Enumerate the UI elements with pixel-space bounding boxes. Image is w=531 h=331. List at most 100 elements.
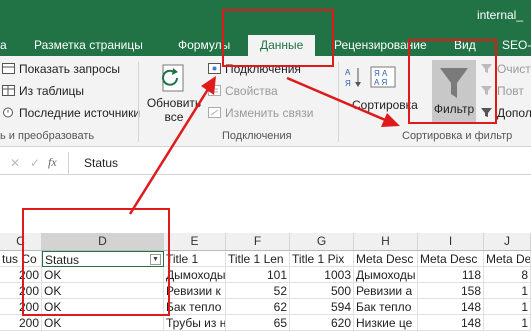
table-cell[interactable]: OK [42,299,164,315]
connections-button[interactable]: Подключения [208,62,301,76]
column-header-j[interactable]: J [484,233,531,250]
table-cell[interactable]: 620 [290,315,354,331]
table-cell[interactable]: Meta Desc [418,251,484,267]
advanced-filter-button[interactable]: Допол [480,106,531,120]
table-cell[interactable]: Дымоходы [164,267,226,283]
refresh-all-button[interactable]: Обновить все [146,96,202,124]
tab-home-partial[interactable]: а [0,35,7,56]
filter-button[interactable]: Фильтр [432,60,476,124]
table-cell[interactable]: Бак тепло [354,299,418,315]
show-queries-button[interactable]: Показать запросы [2,62,120,76]
table-cell[interactable]: 1 [484,283,531,299]
table-cell[interactable]: 1003 [290,267,354,283]
edit-links-button[interactable]: Изменить связи [208,106,313,120]
advanced-filter-icon [480,107,493,118]
table-cell[interactable]: Title 1 Pix [290,251,354,267]
table-cell[interactable]: 148 [418,299,484,315]
column-header-e[interactable]: E [164,233,226,250]
column-header-h[interactable]: H [354,233,418,250]
table-cell[interactable]: 118 [418,267,484,283]
tab-seo[interactable]: SEO-Б [502,35,531,56]
connections-group-label: Подключения [222,130,292,142]
table-cell[interactable]: 148 [418,315,484,331]
column-header-i[interactable]: I [418,233,484,250]
clear-filter-button[interactable]: Очист [480,62,531,76]
tab-data[interactable]: Данные [248,35,316,56]
table-cell[interactable]: OK [42,315,164,331]
enter-icon[interactable]: ✓ [30,156,40,170]
reapply-icon [480,85,493,96]
refresh-all-label-line2: все [164,110,184,124]
table-cell[interactable]: 8 [484,267,531,283]
table-cell[interactable]: tus Co [0,251,42,267]
clock-icon [2,107,15,118]
table-cell[interactable]: OK [42,267,164,283]
sort-az-icon: A Я [344,66,364,91]
link-icon [208,107,221,118]
column-header-d[interactable]: D [42,233,164,250]
title-bar: internal_ [0,0,531,32]
from-table-button[interactable]: Из таблицы [2,84,84,98]
window-title: internal_ [476,8,523,22]
table-cell[interactable]: 200 [0,315,42,331]
table-cell[interactable]: Title 1 [164,251,226,267]
table-cell[interactable]: Бак тепло [164,299,226,315]
recent-sources-label: Последние источники [19,106,141,120]
table-cell[interactable]: 101 [226,267,290,283]
status-header-label: Status [45,253,80,267]
recent-sources-button[interactable]: Последние источники [2,106,140,120]
insert-function-button[interactable]: fx [48,155,57,170]
tab-review[interactable]: Рецензирование [334,35,427,56]
table-cell[interactable]: Meta Desc [484,251,531,267]
table-cell[interactable]: 1 [484,299,531,315]
formula-bar-expanded-area[interactable] [69,175,531,233]
properties-button[interactable]: Свойства [208,84,278,98]
table-cell[interactable]: Трубы из н [164,315,226,331]
table-cell[interactable]: 52 [226,283,290,299]
table-cell[interactable]: 200 [0,267,42,283]
table-cell[interactable]: 1 [484,315,531,331]
ribbon-tabs: а Разметка страницы Формулы Данные Рецен… [0,32,531,56]
table-cell[interactable]: Meta Desc [354,251,418,267]
table-cell[interactable]: Ревизии к [164,283,226,299]
column-header-c[interactable]: C [0,233,42,250]
table-cell[interactable]: 500 [290,283,354,299]
tab-page-layout[interactable]: Разметка страницы [34,35,143,56]
connections-icon [208,63,221,74]
sort-filter-group-label: Сортировка и фильтр [402,130,513,142]
table-cell[interactable]: OK [42,283,164,299]
column-header-f[interactable]: F [226,233,290,250]
tab-formulas[interactable]: Формулы [178,35,230,56]
table-cell[interactable]: 200 [0,299,42,315]
table-cell[interactable]: Низкие це [354,315,418,331]
group-divider [138,62,139,142]
status-header-cell[interactable]: Status ▼ [42,251,164,267]
table-cell[interactable]: 200 [0,283,42,299]
group-divider [338,62,339,142]
table-cell[interactable]: 594 [290,299,354,315]
table-cell[interactable]: 65 [226,315,290,331]
reapply-button[interactable]: Повт [480,84,524,98]
cancel-icon[interactable]: ✕ [10,156,20,170]
table-cell[interactable]: Дымоходы [354,267,418,283]
clear-filter-icon [480,63,493,74]
clear-filter-label: Очист [497,62,531,76]
sort-button[interactable]: Сортировка [352,98,418,112]
formula-input[interactable]: Status [84,156,118,170]
table-cell[interactable]: Title 1 Len [226,251,290,267]
get-transform-group-label: ь и преобразовать [0,130,95,142]
column-header-g[interactable]: G [290,233,354,250]
svg-text:Я А: Я А [374,69,388,78]
table-icon [2,85,15,96]
properties-label: Свойства [225,84,278,98]
show-queries-label: Показать запросы [19,62,120,76]
filter-dropdown-icon[interactable]: ▼ [150,254,161,265]
refresh-all-label-line1: Обновить [146,96,202,110]
table-cell[interactable]: Ревизии а [354,283,418,299]
table-cell[interactable]: 158 [418,283,484,299]
table-cell[interactable]: 62 [226,299,290,315]
tab-view[interactable]: Вид [454,35,476,56]
reapply-label: Повт [497,84,524,98]
advanced-filter-label: Допол [497,106,531,120]
edit-links-label: Изменить связи [225,106,314,120]
